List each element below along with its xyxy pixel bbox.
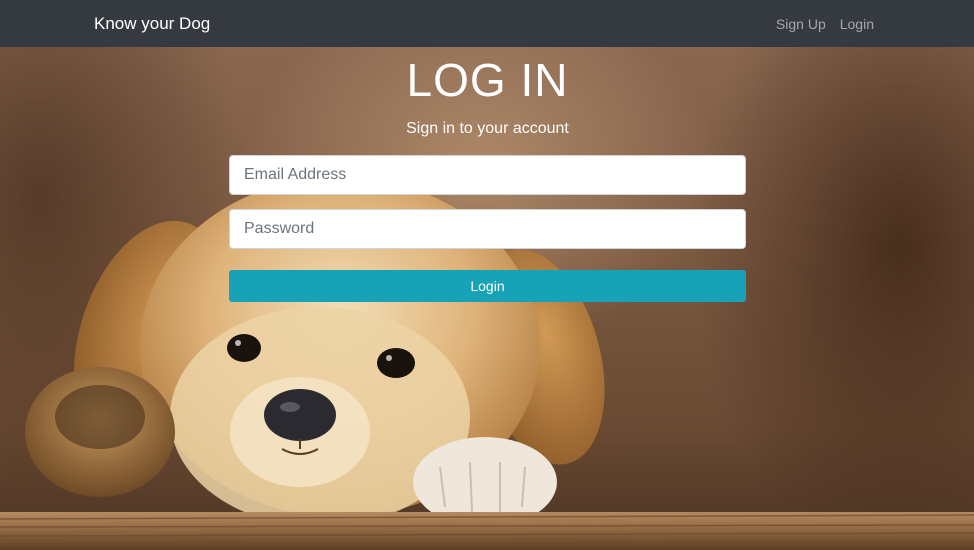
login-panel: LOG IN Sign in to your account Login [229, 47, 746, 302]
password-field[interactable] [229, 209, 746, 249]
navbar: Know your Dog Sign Up Login [0, 0, 974, 47]
nav-signup-link[interactable]: Sign Up [776, 14, 826, 34]
page-subtitle: Sign in to your account [406, 120, 569, 137]
nav-login-link[interactable]: Login [840, 14, 874, 34]
login-button[interactable]: Login [229, 270, 746, 302]
brand-link[interactable]: Know your Dog [94, 13, 210, 35]
nav-links: Sign Up Login [776, 14, 874, 34]
page-title: LOG IN [406, 54, 569, 106]
email-field[interactable] [229, 155, 746, 195]
